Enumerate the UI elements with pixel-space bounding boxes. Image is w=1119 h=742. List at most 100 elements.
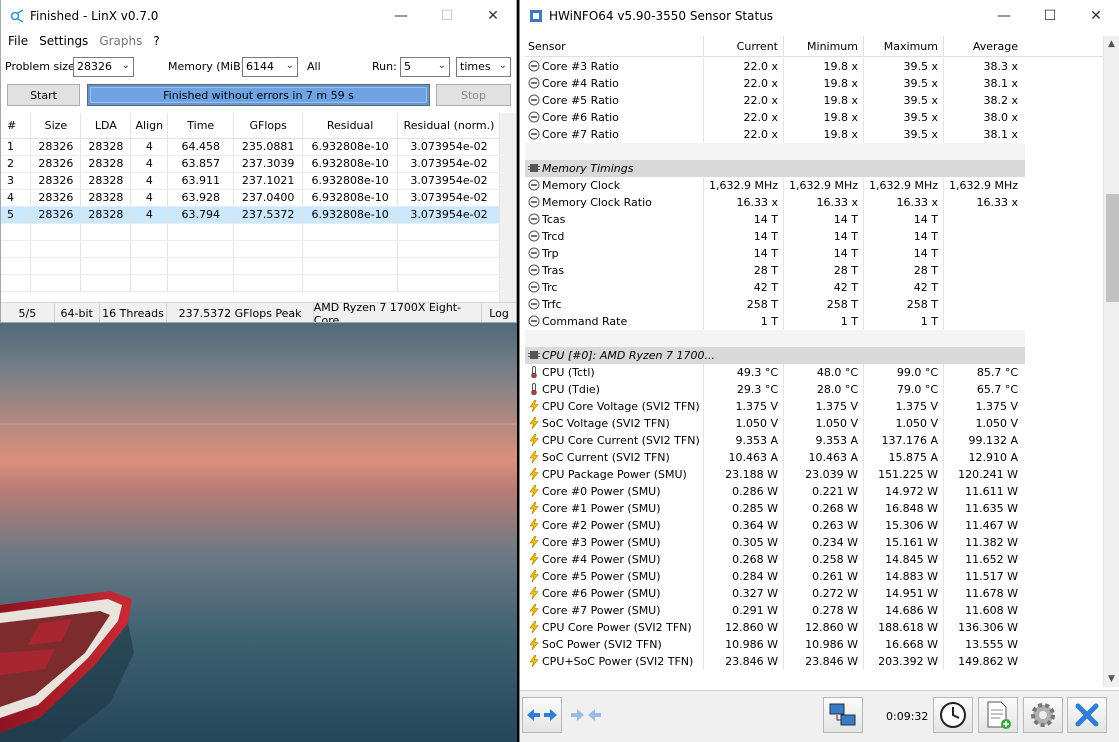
col-time[interactable]: Time	[167, 113, 235, 139]
results-scrollbar[interactable]	[499, 113, 516, 302]
sensor-row[interactable]: Core #3 Ratio 22.0 x 19.8 x 39.5 x 38.3 x	[525, 58, 1025, 75]
minimize-button[interactable]: —	[378, 0, 424, 31]
sensor-minimum: 0.221 W	[784, 483, 864, 500]
linx-titlebar[interactable]: Finished - LinX v0.7.0 — ☐ ✕	[1, 0, 516, 31]
network-button[interactable]	[823, 697, 863, 733]
sensor-row[interactable]: Tras 28 T 28 T 28 T	[525, 262, 1025, 279]
col-align[interactable]: Align	[130, 113, 169, 139]
sensor-group-header[interactable]: Memory Timings	[525, 160, 1025, 177]
sensor-name-cell: CPU Core Current (SVI2 TFN)	[525, 432, 704, 449]
sensor-row[interactable]: SoC Voltage (SVI2 TFN) 1.050 V 1.050 V 1.05…	[525, 415, 1025, 432]
sensor-row[interactable]: Core #5 Power (SMU) 0.284 W 0.261 W 14.883 …	[525, 568, 1025, 585]
col-average[interactable]: Average	[944, 36, 1023, 57]
clock-gauge-icon	[528, 315, 540, 327]
col-lda[interactable]: LDA	[80, 113, 132, 139]
scroll-up-icon[interactable]: ▲	[1108, 39, 1115, 49]
col-minimum[interactable]: Minimum	[784, 36, 864, 57]
sensor-row[interactable]: SoC Current (SVI2 TFN) 10.463 A 10.463 A 15…	[525, 449, 1025, 466]
sensor-row[interactable]: Core #4 Ratio 22.0 x 19.8 x 39.5 x 38.1 x	[525, 75, 1025, 92]
sensor-group-header[interactable]: CPU [#0]: AMD Ryzen 7 1700...	[525, 347, 1025, 364]
hwinfo-titlebar[interactable]: HWiNFO64 v5.90-3550 Sensor Status — ☐ ✕	[520, 0, 1119, 32]
sensor-row[interactable]: Tcas 14 T 14 T 14 T	[525, 211, 1025, 228]
run-unit-value: times	[460, 60, 491, 73]
sensor-row[interactable]: Core #6 Ratio 22.0 x 19.8 x 39.5 x 38.0 x	[525, 109, 1025, 126]
menu-help[interactable]: ?	[153, 34, 159, 48]
sensor-row[interactable]: Memory Clock Ratio 16.33 x 16.33 x 16.33 x1…	[525, 194, 1025, 211]
sensor-row[interactable]: Core #2 Power (SMU) 0.364 W 0.263 W 15.306 …	[525, 517, 1025, 534]
sensor-row[interactable]: Core #5 Ratio 22.0 x 19.8 x 39.5 x 38.2 x	[525, 92, 1025, 109]
sensor-average: 11.517 W	[965, 570, 1018, 583]
close-sensors-button[interactable]	[1067, 697, 1107, 733]
sensor-row[interactable]: CPU Core Voltage (SVI2 TFN) 1.375 V 1.375 …	[525, 398, 1025, 415]
minimize-button[interactable]: —	[981, 0, 1027, 31]
col-gflops[interactable]: GFlops	[233, 113, 304, 139]
start-button[interactable]: Start	[7, 84, 80, 106]
table-row[interactable]: 1 28326 28328 4 64.458 235.0881 6.932808e-10 3.…	[1, 138, 501, 156]
sensor-row[interactable]: Core #6 Power (SMU) 0.327 W 0.272 W 14.951 …	[525, 585, 1025, 602]
sensor-row[interactable]: Trp 14 T 14 T 14 T	[525, 245, 1025, 262]
all-memory-link[interactable]: All	[307, 60, 321, 73]
menu-settings[interactable]: Settings	[39, 34, 88, 48]
col-residual-norm[interactable]: Residual (norm.)	[397, 113, 501, 139]
sensor-row[interactable]: CPU (Tdie) 29.3 °C 28.0 °C 79.0 °C 65.7 °C	[525, 381, 1025, 398]
sensor-row[interactable]: Core #1 Power (SMU) 0.285 W 0.268 W 16.848 …	[525, 500, 1025, 517]
sensor-current: 49.3 °C	[704, 364, 784, 381]
lightning-bolt-icon	[529, 519, 539, 531]
menu-file[interactable]: File	[8, 34, 28, 48]
log-file-button[interactable]	[978, 697, 1018, 733]
maximize-button[interactable]: ☐	[1027, 0, 1073, 31]
sensor-row[interactable]: CPU+SoC Power (SVI2 TFN) 23.846 W 23.846 W…	[525, 653, 1025, 670]
sensor-row[interactable]: CPU Core Current (SVI2 TFN) 9.353 A 9.353 …	[525, 432, 1025, 449]
col-current[interactable]: Current	[704, 36, 784, 57]
col-residual[interactable]: Residual	[302, 113, 399, 139]
table-row[interactable]: 3 28326 28328 4 63.911 237.1021 6.932808e-10 3.…	[1, 172, 501, 190]
menu-graphs[interactable]: Graphs	[99, 34, 142, 48]
sensor-row[interactable]: CPU Core Power (SVI2 TFN) 12.860 W 12.860 …	[525, 619, 1025, 636]
col-sensor[interactable]: Sensor	[525, 36, 704, 57]
col-index[interactable]: #	[1, 113, 32, 139]
run-unit-combo[interactable]: times ⌄	[456, 57, 511, 77]
maximize-button[interactable]: ☐	[424, 0, 470, 31]
expand-collapse-button[interactable]	[522, 697, 562, 733]
sensor-row[interactable]: SoC Power (SVI2 TFN) 10.986 W 10.986 W 16.6…	[525, 636, 1025, 653]
sensor-row[interactable]: Trc 42 T 42 T 42 T	[525, 279, 1025, 296]
sensor-scrollbar[interactable]: ▲ ▼	[1103, 36, 1119, 687]
sensor-row[interactable]: Core #7 Ratio 22.0 x 19.8 x 39.5 x 38.1 x	[525, 126, 1025, 143]
stop-button[interactable]: Stop	[436, 84, 511, 106]
sensor-minimum: 0.261 W	[784, 568, 864, 585]
sensor-current: 10.463 A	[704, 449, 784, 466]
col-maximum[interactable]: Maximum	[864, 36, 944, 57]
run-count-combo[interactable]: 5 ⌄	[400, 57, 450, 77]
sensor-row[interactable]: Core #7 Power (SMU) 0.291 W 0.278 W 14.686 …	[525, 602, 1025, 619]
problem-size-combo[interactable]: 28326 ⌄	[73, 57, 134, 77]
table-row[interactable]: 4 28326 28328 4 63.928 237.0400 6.932808e-10 3.…	[1, 189, 501, 207]
settings-button[interactable]	[1023, 697, 1063, 733]
sensor-spacer	[525, 330, 1025, 347]
sensor-row[interactable]: CPU (Tctl) 49.3 °C 48.0 °C 99.0 °C 85.7 °C	[525, 364, 1025, 381]
table-row[interactable]: 2 28326 28328 4 63.857 237.3039 6.932808e-10 3.…	[1, 155, 501, 173]
log-button[interactable]: Log	[482, 303, 516, 322]
sensor-row[interactable]: Core #4 Power (SMU) 0.268 W 0.258 W 14.845 …	[525, 551, 1025, 568]
clock-reset-button[interactable]	[933, 697, 973, 733]
close-button[interactable]: ✕	[1073, 0, 1119, 31]
close-button[interactable]: ✕	[470, 0, 516, 31]
sensor-row[interactable]: CPU Package Power (SMU) 23.188 W 23.039 W1…	[525, 466, 1025, 483]
scroll-thumb[interactable]	[1106, 194, 1119, 302]
sensor-name-cell: CPU Core Voltage (SVI2 TFN)	[525, 398, 704, 415]
sensor-name: CPU (Tctl)	[542, 366, 595, 379]
sensor-row[interactable]: Memory Clock 1,632.9 MHz 1,632.9 MHz 1,632.…	[525, 177, 1025, 194]
scroll-down-icon[interactable]: ▼	[1108, 674, 1115, 684]
collapse-button[interactable]	[566, 697, 606, 733]
sensor-row[interactable]: Core #0 Power (SMU) 0.286 W 0.221 W 14.972 …	[525, 483, 1025, 500]
sensor-row[interactable]: Command Rate 1 T1 T1 T	[525, 313, 1025, 330]
col-size[interactable]: Size	[30, 113, 82, 139]
sensor-row[interactable]: Trcd 14 T 14 T 14 T	[525, 228, 1025, 245]
sensor-average: 149.862 W	[958, 655, 1018, 668]
memory-combo[interactable]: 6144 ⌄	[242, 57, 298, 77]
sensor-row[interactable]: Trfc 258 T 258 T 258 T	[525, 296, 1025, 313]
clock-icon	[940, 702, 966, 728]
table-row[interactable]: 5 28326 28328 4 63.794 237.5372 6.932808e-10 3.…	[1, 206, 501, 224]
sensor-maximum: 15.161 W	[864, 534, 944, 551]
sensor-row[interactable]: Core #3 Power (SMU) 0.305 W 0.234 W 15.161 …	[525, 534, 1025, 551]
sensor-name: Memory Clock	[542, 179, 621, 192]
